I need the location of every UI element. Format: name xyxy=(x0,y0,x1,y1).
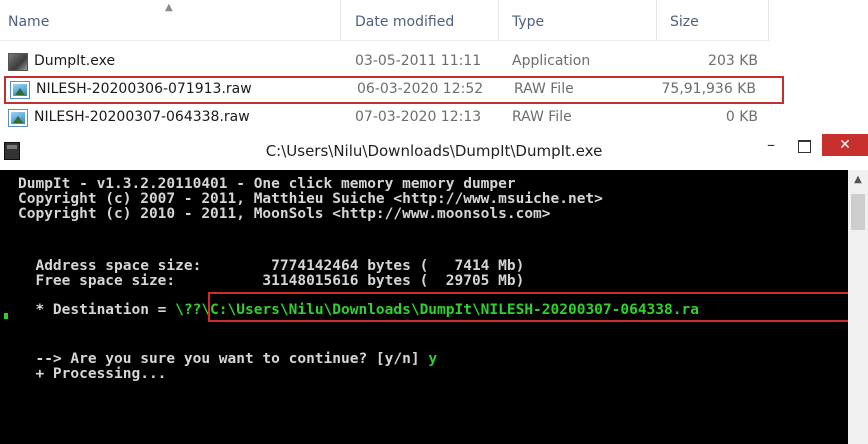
console-titlebar[interactable]: C:\Users\Nilu\Downloads\DumpIt\DumpIt.ex… xyxy=(0,132,868,170)
file-type: Application xyxy=(512,53,591,69)
console-line-banner: DumpIt - v1.3.2.20110401 - One click mem… xyxy=(18,176,516,192)
file-row-nilesh-20200307-raw[interactable]: NILESH-20200307-064338.raw 07-03-2020 12… xyxy=(0,106,790,130)
sort-ascending-icon[interactable]: ▲ xyxy=(165,2,173,13)
console-line-processing: + Processing... xyxy=(18,366,167,382)
file-name: NILESH-20200307-064338.raw xyxy=(34,109,250,125)
console-line-prompt: --> Are you sure you want to continue? [… xyxy=(18,351,437,367)
column-header-name[interactable]: Name xyxy=(8,14,49,30)
file-size: 203 KB xyxy=(708,53,758,69)
column-separator[interactable] xyxy=(498,0,499,40)
file-name: NILESH-20200306-071913.raw xyxy=(36,81,252,97)
file-name: DumpIt.exe xyxy=(34,53,116,69)
file-row-nilesh-20200306-raw[interactable]: NILESH-20200306-071913.raw 06-03-2020 12… xyxy=(4,76,784,104)
scroll-up-arrow-icon[interactable]: ▲ xyxy=(848,172,868,188)
file-type: RAW File xyxy=(512,109,572,125)
destination-highlight-box xyxy=(208,292,848,322)
console-line-address-space: Address space size: 7774142464 bytes ( 7… xyxy=(18,258,525,274)
column-separator[interactable] xyxy=(768,0,769,40)
console-line-copyright-2: Copyright (c) 2010 - 2011, MoonSols <htt… xyxy=(18,206,551,222)
console-line-copyright-1: Copyright (c) 2007 - 2011, Matthieu Suic… xyxy=(18,191,603,207)
scroll-thumb[interactable] xyxy=(851,194,865,230)
file-size: 75,91,936 KB xyxy=(661,81,757,97)
column-separator[interactable] xyxy=(656,0,657,40)
file-date: 03-05-2011 11:11 xyxy=(355,53,482,69)
file-type: RAW File xyxy=(514,81,574,97)
raw-file-icon xyxy=(8,109,28,127)
confirm-prompt: --> Are you sure you want to continue? [… xyxy=(18,351,429,367)
window-title: C:\Users\Nilu\Downloads\DumpIt\DumpIt.ex… xyxy=(265,142,603,160)
file-row-dumpit-exe[interactable]: DumpIt.exe 03-05-2011 11:11 Application … xyxy=(0,50,790,74)
column-header-type[interactable]: Type xyxy=(512,14,544,30)
column-header-date-modified[interactable]: Date modified xyxy=(355,14,454,30)
terminal-output[interactable]: DumpIt - v1.3.2.20110401 - One click mem… xyxy=(0,170,848,444)
exe-icon xyxy=(8,53,28,71)
column-header-size[interactable]: Size xyxy=(670,14,699,30)
raw-file-icon xyxy=(10,81,30,99)
console-window: C:\Users\Nilu\Downloads\DumpIt\DumpIt.ex… xyxy=(0,132,868,444)
file-explorer-list: ▲ Name Date modified Type Size DumpIt.ex… xyxy=(0,0,868,132)
vertical-scrollbar[interactable]: ▲ xyxy=(848,170,868,444)
header-divider xyxy=(0,40,770,41)
text-cursor xyxy=(4,313,8,319)
minimize-button[interactable]: – xyxy=(758,134,784,158)
file-date: 07-03-2020 12:13 xyxy=(355,109,482,125)
column-separator[interactable] xyxy=(340,0,341,40)
file-date: 06-03-2020 12:52 xyxy=(357,81,484,97)
confirm-answer[interactable]: y xyxy=(428,351,437,367)
console-line-free-space: Free space size: 31148015616 bytes ( 297… xyxy=(18,273,525,289)
maximize-button[interactable] xyxy=(790,134,816,158)
destination-label: * Destination = xyxy=(18,302,176,318)
close-button[interactable]: ✕ xyxy=(822,134,868,156)
file-size: 0 KB xyxy=(725,109,758,125)
